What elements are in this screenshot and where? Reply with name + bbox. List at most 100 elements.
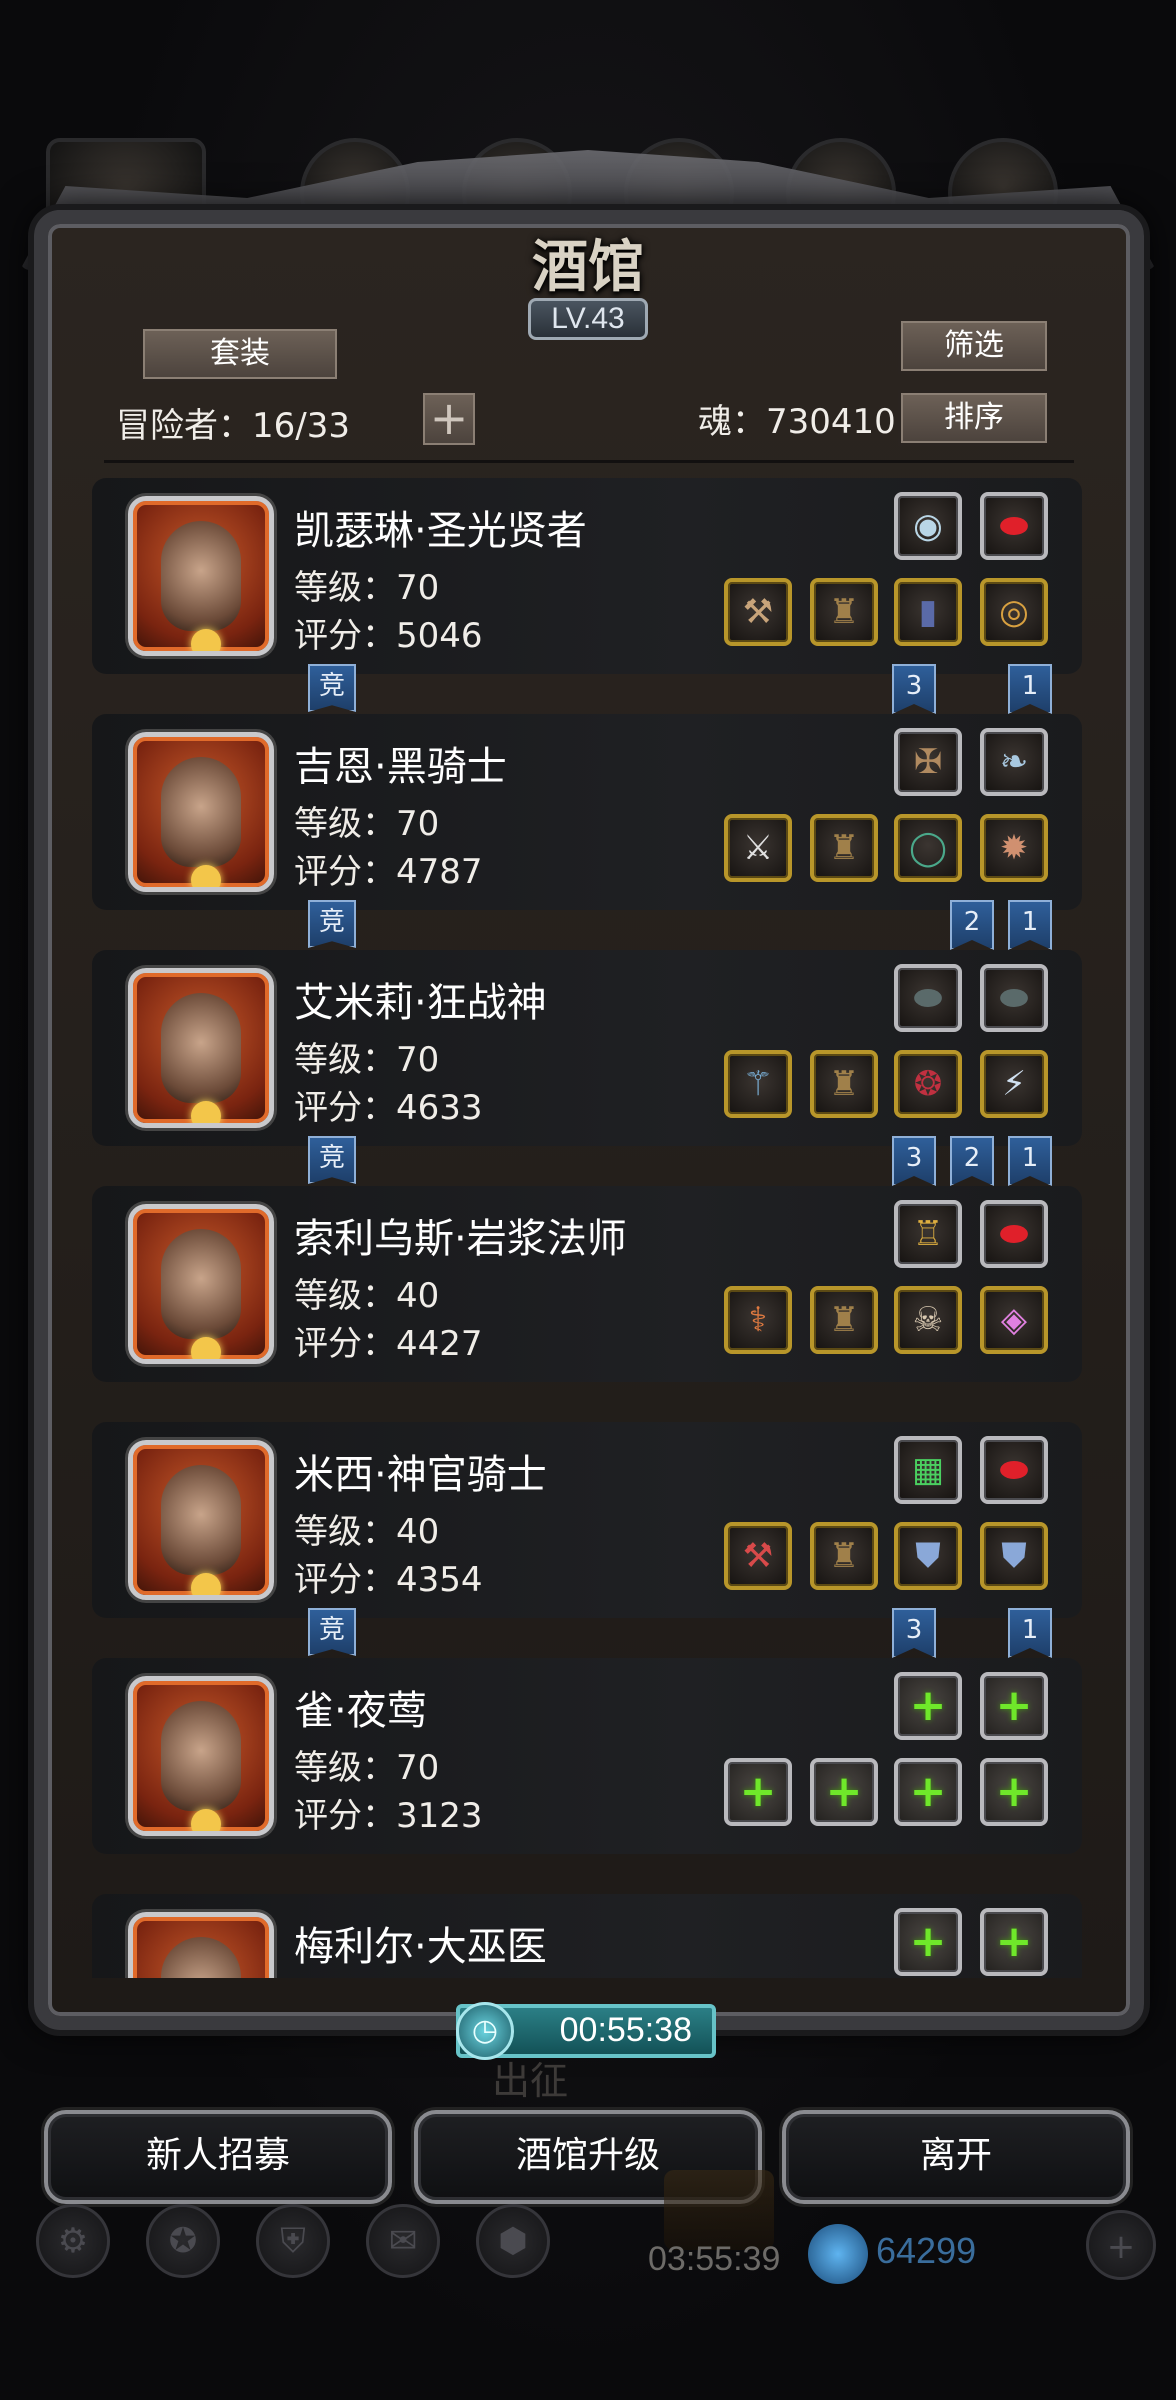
equipment-slot[interactable]: ✹ — [980, 814, 1048, 882]
rune-icon: ◈ — [1000, 1300, 1028, 1340]
equipment-slot[interactable]: ♖ — [894, 1200, 962, 1268]
equipment-slot[interactable]: ⚔ — [724, 814, 792, 882]
hero-portrait[interactable] — [128, 1912, 274, 1978]
equipment-slot[interactable]: ⚒ — [724, 1522, 792, 1590]
add-equipment-icon: + — [739, 1766, 777, 1817]
bottom-timer: 03:55:39 — [648, 2240, 781, 2278]
shop-icon[interactable]: ⬢ — [476, 2204, 550, 2278]
equipment-slot[interactable]: ♜ — [810, 1286, 878, 1354]
equipment-slot[interactable]: + — [980, 1758, 1048, 1826]
arena-tag: 竞 — [308, 1608, 356, 1656]
claw-icon: ⚡ — [1002, 1064, 1026, 1104]
equipment-slot[interactable]: ⚒ — [724, 578, 792, 646]
equipment-slot[interactable]: ✠ — [894, 728, 962, 796]
mail-icon[interactable]: ✉ — [366, 2204, 440, 2278]
equipment-set-button[interactable]: 套装 — [140, 326, 340, 382]
equipment-slot[interactable]: ⬬ — [980, 964, 1048, 1032]
equipment-slot[interactable]: ⛊ — [894, 1522, 962, 1590]
add-equipment-icon: + — [909, 1680, 947, 1731]
hero-row[interactable]: 凯瑟琳·圣光贤者 等级：70 评分：5046 ◉ ⬬ ⚒ ♜ ▮ ◎ 竞 3 1 — [92, 478, 1084, 714]
stone-icon: ⬬ — [999, 978, 1029, 1018]
hero-level: 等级：70 — [294, 1748, 440, 1788]
divider — [104, 460, 1074, 463]
add-equipment-icon: + — [995, 1680, 1033, 1731]
equipment-slot[interactable]: ⚚ — [724, 1050, 792, 1118]
equipment-slot[interactable]: ⬬ — [894, 964, 962, 1032]
equipment-slot[interactable]: + — [980, 1908, 1048, 1976]
filter-button[interactable]: 筛选 — [898, 318, 1050, 374]
equipment-slot[interactable]: ◉ — [894, 492, 962, 560]
achievement-icon[interactable]: ✪ — [146, 2204, 220, 2278]
hero-name: 梅利尔·大巫医 — [294, 1924, 547, 1970]
equipment-slot[interactable]: + — [810, 1758, 878, 1826]
adventurer-count: 冒险者：16/33 — [116, 406, 350, 446]
lantern-icon: ♖ — [912, 1214, 944, 1254]
hero-row[interactable]: 米西·神官骑士 等级：40 评分：4354 ▦ ⬬ ⚒ ♜ ⛊ ⛊ 竞 3 1 — [92, 1422, 1084, 1658]
leave-button[interactable]: 离开 — [782, 2110, 1130, 2204]
equipment-slot[interactable]: ◯ — [894, 814, 962, 882]
hero-row[interactable]: 梅利尔·大巫医 + + — [92, 1894, 1084, 1978]
mask-icon: ☠ — [912, 1300, 944, 1340]
equipment-slot[interactable]: + — [724, 1758, 792, 1826]
hero-portrait[interactable] — [128, 496, 274, 656]
cloak-icon: ♜ — [828, 828, 860, 868]
sword-icon: ⚔ — [742, 828, 774, 868]
equipment-slot[interactable]: ♜ — [810, 1050, 878, 1118]
equipment-slot[interactable]: ⬬ — [980, 1436, 1048, 1504]
hero-portrait[interactable] — [128, 732, 274, 892]
hero-row[interactable]: 索利乌斯·岩浆法师 等级：40 评分：4427 ♖ ⬬ ⚕ ♜ ☠ ◈ — [92, 1186, 1084, 1382]
sort-button[interactable]: 排序 — [898, 390, 1050, 446]
stone-icon: ⬬ — [913, 978, 943, 1018]
equipment-slot[interactable]: + — [980, 1672, 1048, 1740]
settings-icon[interactable]: ⚙ — [36, 2204, 110, 2278]
chest-icon[interactable] — [664, 2170, 774, 2250]
moon-icon — [191, 629, 221, 651]
guild-icon[interactable]: ⛨ — [256, 2204, 330, 2278]
gem-icon — [808, 2224, 868, 2284]
moon-icon — [191, 1337, 221, 1359]
hero-row[interactable]: 艾米莉·狂战神 等级：70 评分：4633 ⬬ ⬬ ⚚ ♜ ❂ ⚡ 竞 3 2 1 — [92, 950, 1084, 1186]
hero-row[interactable]: 吉恩·黑骑士 等级：70 评分：4787 ✠ ❧ ⚔ ♜ ◯ ✹ 竞 2 1 — [92, 714, 1084, 950]
hero-portrait[interactable] — [128, 1676, 274, 1836]
equipment-slot[interactable]: ⬬ — [980, 1200, 1048, 1268]
rank-tag: 1 — [1008, 900, 1052, 950]
equipment-slot[interactable]: ⚕ — [724, 1286, 792, 1354]
hero-list[interactable]: 凯瑟琳·圣光贤者 等级：70 评分：5046 ◉ ⬬ ⚒ ♜ ▮ ◎ 竞 3 1 吉恩·黑骑士 等级：70… — [92, 478, 1084, 1978]
hero-portrait[interactable] — [128, 1440, 274, 1600]
moon-icon — [191, 1101, 221, 1123]
equipment-slot[interactable]: + — [894, 1758, 962, 1826]
equipment-slot[interactable]: ♜ — [810, 814, 878, 882]
equipment-slot[interactable]: ☠ — [894, 1286, 962, 1354]
equipment-slot[interactable]: ⛊ — [980, 1522, 1048, 1590]
hero-row[interactable]: 雀·夜莺 等级：70 评分：3123 + + + + + + — [92, 1658, 1084, 1854]
expand-roster-button[interactable]: + — [420, 390, 478, 448]
hero-name: 雀·夜莺 — [294, 1688, 427, 1734]
hero-portrait[interactable] — [128, 968, 274, 1128]
page-title: 酒馆 — [532, 234, 644, 300]
moon-icon — [191, 865, 221, 887]
equipment-slot[interactable]: + — [894, 1908, 962, 1976]
hero-level: 等级：40 — [294, 1512, 440, 1552]
recruit-button[interactable]: 新人招募 — [44, 2110, 392, 2204]
boots-icon: ▮ — [918, 592, 938, 632]
hero-score: 评分：4633 — [294, 1088, 483, 1128]
equipment-slot[interactable]: ◈ — [980, 1286, 1048, 1354]
equipment-slot[interactable]: ❧ — [980, 728, 1048, 796]
hero-level: 等级：70 — [294, 1040, 440, 1080]
hero-face — [161, 1229, 241, 1339]
equipment-slot[interactable]: ⬬ — [980, 492, 1048, 560]
equipment-slot[interactable]: ⚡ — [980, 1050, 1048, 1118]
equipment-slot[interactable]: + — [894, 1672, 962, 1740]
cloak-icon: ♜ — [828, 1300, 860, 1340]
equipment-slot[interactable]: ◎ — [980, 578, 1048, 646]
hero-portrait[interactable] — [128, 1204, 274, 1364]
equipment-slot[interactable]: ❂ — [894, 1050, 962, 1118]
equipment-slot[interactable]: ▦ — [894, 1436, 962, 1504]
equipment-slot[interactable]: ♜ — [810, 578, 878, 646]
depart-label: 出征 — [492, 2059, 569, 2103]
add-gems-icon[interactable]: + — [1086, 2210, 1156, 2280]
equipment-slot[interactable]: ♜ — [810, 1522, 878, 1590]
hero-score: 评分：4427 — [294, 1324, 483, 1364]
equipment-slot[interactable]: ▮ — [894, 578, 962, 646]
rank-tag: 3 — [892, 664, 936, 714]
